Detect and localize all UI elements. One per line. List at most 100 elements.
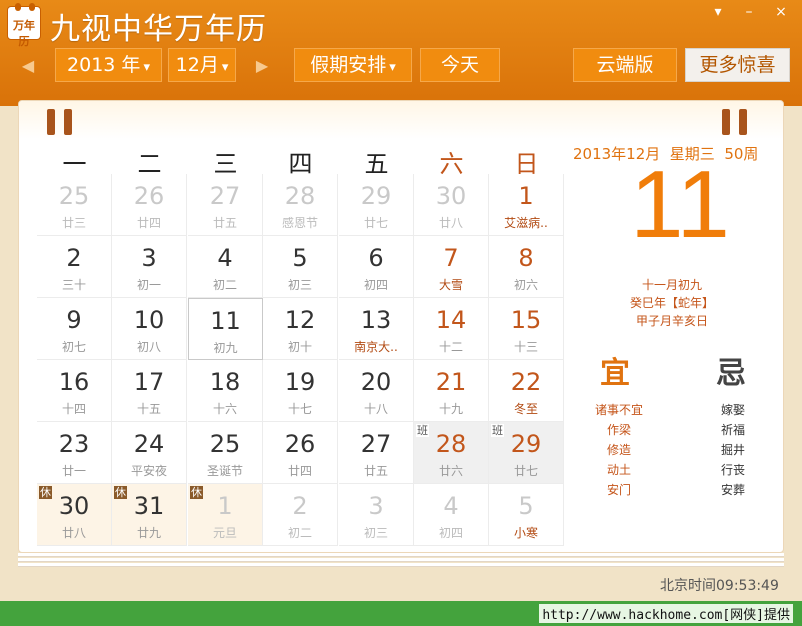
day-cell[interactable]: 21 十九 xyxy=(414,360,489,422)
day-number: 1 xyxy=(518,182,534,210)
chevron-down-icon: ▾ xyxy=(221,60,229,75)
day-cell[interactable]: 17 十五 xyxy=(112,360,187,422)
binder-clip-icon xyxy=(722,109,730,135)
prev-month-button[interactable]: ◀ xyxy=(19,56,37,76)
lunar-day-label: 三十 xyxy=(61,278,86,292)
day-cell[interactable]: 18 十六 xyxy=(188,360,263,422)
auspicious-item: 诸事不宜 xyxy=(594,403,643,417)
day-cell[interactable]: 4 初二 xyxy=(188,236,263,298)
chevron-down-icon: ▾ xyxy=(143,60,150,75)
lunar-day-label: 初八 xyxy=(136,340,161,354)
day-number: 3 xyxy=(368,492,384,520)
lunar-day-label: 初九 xyxy=(213,341,238,355)
day-number: 8 xyxy=(518,244,534,272)
inauspicious-item: 行丧 xyxy=(720,463,745,477)
lunar-year: 癸巳年【蛇年】 xyxy=(629,296,714,310)
beijing-time-clock: 北京时间09:53:49 xyxy=(660,578,779,594)
more-surprises-button[interactable]: 更多惊喜 xyxy=(685,48,790,82)
day-cell[interactable]: 6 初四 xyxy=(339,236,414,298)
day-cell[interactable]: 27 廿五 xyxy=(188,174,263,236)
day-cell[interactable]: 16 十四 xyxy=(37,360,112,422)
day-cell[interactable]: 10 初八 xyxy=(112,298,187,360)
day-cell[interactable]: 23 廿一 xyxy=(37,422,112,484)
day-cell[interactable]: 休 1 元旦 xyxy=(188,484,263,546)
day-cell[interactable]: 12 初十 xyxy=(263,298,338,360)
day-cell[interactable]: 30 廿八 xyxy=(414,174,489,236)
day-cell[interactable]: 26 廿四 xyxy=(112,174,187,236)
day-number: 7 xyxy=(443,244,459,272)
auspicious-item: 修造 xyxy=(606,443,631,457)
month-value: 12月 xyxy=(175,54,219,76)
day-cell[interactable]: 11 初九 xyxy=(188,298,263,360)
lunar-day-label: 平安夜 xyxy=(130,464,167,478)
day-cell[interactable]: 15 十三 xyxy=(489,298,564,360)
calendar-app-window: 万年历 九视中华万年历 ▾ – × ◀ 2013 年 ▾ 12月 ▾ ▶ 假期安排 ▾… xyxy=(0,0,802,626)
day-cell[interactable]: 13 南京大.. xyxy=(339,298,414,360)
day-number: 23 xyxy=(58,430,90,458)
menu-dropdown-button[interactable]: ▾ xyxy=(707,2,729,22)
day-cell[interactable]: 25 圣诞节 xyxy=(188,422,263,484)
next-month-button[interactable]: ▶ xyxy=(253,56,271,76)
day-number: 27 xyxy=(360,430,392,458)
lunar-day-label: 廿九 xyxy=(136,526,161,540)
holiday-schedule-select[interactable]: 假期安排 ▾ xyxy=(294,48,412,82)
day-number: 28 xyxy=(284,182,316,210)
lunar-day-label: 十五 xyxy=(136,402,161,416)
day-cell[interactable]: 25 廿三 xyxy=(37,174,112,236)
day-cell[interactable]: 24 平安夜 xyxy=(112,422,187,484)
app-title: 九视中华万年历 xyxy=(50,12,267,47)
footer-credit: http://www.hackhome.com[网侠]提供 xyxy=(539,604,793,623)
day-number: 21 xyxy=(435,368,467,396)
day-number: 30 xyxy=(435,182,467,210)
year-select[interactable]: 2013 年 ▾ xyxy=(55,48,162,82)
lunar-day-label: 初三 xyxy=(363,526,388,540)
day-cell[interactable]: 9 初七 xyxy=(37,298,112,360)
auspicious-item: 动土 xyxy=(606,463,631,477)
auspicious-item: 作梁 xyxy=(606,423,631,437)
day-number: 5 xyxy=(292,244,308,272)
day-cell[interactable]: 26 廿四 xyxy=(263,422,338,484)
day-cell[interactable]: 休 31 廿九 xyxy=(112,484,187,546)
day-number: 29 xyxy=(360,182,392,210)
today-button[interactable]: 今天 xyxy=(420,48,500,82)
day-cell[interactable]: 2 初二 xyxy=(263,484,338,546)
day-number: 6 xyxy=(368,244,384,272)
year-value: 2013 年 xyxy=(67,54,141,76)
day-cell[interactable]: 7 大雪 xyxy=(414,236,489,298)
day-cell[interactable]: 14 十二 xyxy=(414,298,489,360)
lunar-day-label: 廿四 xyxy=(287,464,312,478)
lunar-day-label: 十四 xyxy=(61,402,86,416)
month-select[interactable]: 12月 ▾ xyxy=(168,48,236,82)
minimize-button[interactable]: – xyxy=(738,2,760,22)
day-cell[interactable]: 班 28 廿六 xyxy=(414,422,489,484)
lunar-day-label: 初四 xyxy=(363,278,388,292)
day-number: 25 xyxy=(209,430,241,458)
day-number: 29 xyxy=(510,430,542,458)
day-cell[interactable]: 4 初四 xyxy=(414,484,489,546)
day-cell[interactable]: 19 十七 xyxy=(263,360,338,422)
day-cell[interactable]: 28 感恩节 xyxy=(263,174,338,236)
day-cell[interactable]: 5 初三 xyxy=(263,236,338,298)
day-number: 19 xyxy=(284,368,316,396)
lunar-day-label: 十九 xyxy=(438,402,463,416)
card-page-edges xyxy=(18,553,784,568)
close-button[interactable]: × xyxy=(770,2,792,22)
day-cell[interactable]: 1 艾滋病.. xyxy=(489,174,564,236)
day-cell[interactable]: 29 廿七 xyxy=(339,174,414,236)
inauspicious-item: 安葬 xyxy=(720,483,745,497)
day-number: 4 xyxy=(443,492,459,520)
day-cell[interactable]: 休 30 廿八 xyxy=(37,484,112,546)
day-cell[interactable]: 3 初一 xyxy=(112,236,187,298)
day-cell[interactable]: 2 三十 xyxy=(37,236,112,298)
lunar-day-label: 廿八 xyxy=(61,526,86,540)
day-cell[interactable]: 3 初三 xyxy=(339,484,414,546)
cloud-version-button[interactable]: 云端版 xyxy=(573,48,677,82)
day-cell[interactable]: 班 29 廿七 xyxy=(489,422,564,484)
day-cell[interactable]: 8 初六 xyxy=(489,236,564,298)
day-cell[interactable]: 22 冬至 xyxy=(489,360,564,422)
footer-bar: http://www.hackhome.com[网侠]提供 xyxy=(0,601,802,626)
day-cell[interactable]: 5 小寒 xyxy=(489,484,564,546)
lunar-day-label: 廿五 xyxy=(363,464,388,478)
day-cell[interactable]: 27 廿五 xyxy=(339,422,414,484)
day-cell[interactable]: 20 十八 xyxy=(339,360,414,422)
